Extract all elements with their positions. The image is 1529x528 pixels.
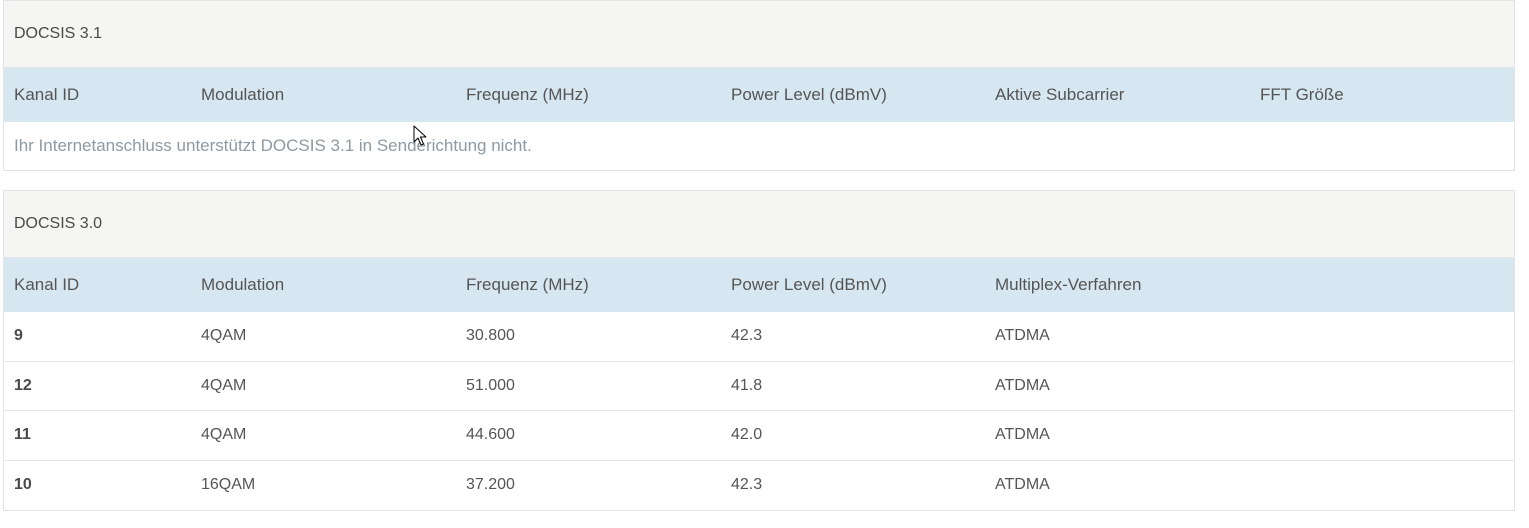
frequenz-cell: 37.200 xyxy=(466,476,515,494)
docsis30-title: DOCSIS 3.0 xyxy=(4,191,1514,258)
modulation-cell: 16QAM xyxy=(201,476,256,494)
table-row: 11 4QAM 44.600 42.0 ATDMA xyxy=(4,411,1514,461)
multiplex-cell: ATDMA xyxy=(995,327,1050,345)
col-header-kanal-id: Kanal ID xyxy=(14,85,80,104)
frequenz-cell: 44.600 xyxy=(466,426,515,444)
frequenz-cell: 30.800 xyxy=(466,327,515,345)
power-level-cell: 42.3 xyxy=(731,327,763,345)
power-level-cell: 41.8 xyxy=(731,376,763,394)
docsis31-title: DOCSIS 3.1 xyxy=(4,1,1514,68)
col-header-power-level: Power Level (dBmV) xyxy=(731,275,887,294)
docsis31-header-row: Kanal ID Modulation Frequenz (MHz) Power… xyxy=(4,68,1514,122)
kanal-id-cell: 9 xyxy=(14,327,23,345)
power-level-cell: 42.0 xyxy=(731,426,763,444)
modulation-cell: 4QAM xyxy=(201,327,247,345)
table-row: 12 4QAM 51.000 41.8 ATDMA xyxy=(4,362,1514,411)
kanal-id-cell: 11 xyxy=(14,426,31,444)
col-header-kanal-id: Kanal ID xyxy=(14,275,80,294)
col-header-modulation: Modulation xyxy=(201,85,285,104)
kanal-id-cell: 12 xyxy=(14,376,32,394)
col-header-fft-groesse: FFT Größe xyxy=(1260,85,1344,104)
col-header-frequenz: Frequenz (MHz) xyxy=(466,85,589,104)
col-header-power-level: Power Level (dBmV) xyxy=(731,85,887,104)
col-header-modulation: Modulation xyxy=(201,275,285,294)
docsis30-table-body: 9 4QAM 30.800 42.3 ATDMA 12 4QAM 51.000 … xyxy=(4,312,1514,510)
frequenz-cell: 51.000 xyxy=(466,376,515,394)
col-header-frequenz: Frequenz (MHz) xyxy=(466,275,589,294)
modulation-cell: 4QAM xyxy=(201,376,247,394)
docsis31-panel: DOCSIS 3.1 Kanal ID Modulation Frequenz … xyxy=(3,0,1515,171)
col-header-multiplex-verfahren: Multiplex-Verfahren xyxy=(995,275,1142,294)
mouse-pointer-icon xyxy=(413,125,427,146)
docsis30-header-row: Kanal ID Modulation Frequenz (MHz) Power… xyxy=(4,258,1514,312)
multiplex-cell: ATDMA xyxy=(995,376,1050,394)
table-row: 9 4QAM 30.800 42.3 ATDMA xyxy=(4,312,1514,362)
modulation-cell: 4QAM xyxy=(201,426,247,444)
kanal-id-cell: 10 xyxy=(14,476,32,494)
table-row: 10 16QAM 37.200 42.3 ATDMA xyxy=(4,461,1514,511)
col-header-aktive-subcarrier: Aktive Subcarrier xyxy=(995,85,1125,104)
docsis31-unsupported-note: Ihr Internetanschluss unterstützt DOCSIS… xyxy=(14,136,532,155)
docsis30-panel: DOCSIS 3.0 Kanal ID Modulation Frequenz … xyxy=(3,190,1515,511)
multiplex-cell: ATDMA xyxy=(995,426,1050,444)
power-level-cell: 42.3 xyxy=(731,476,763,494)
multiplex-cell: ATDMA xyxy=(995,476,1050,494)
